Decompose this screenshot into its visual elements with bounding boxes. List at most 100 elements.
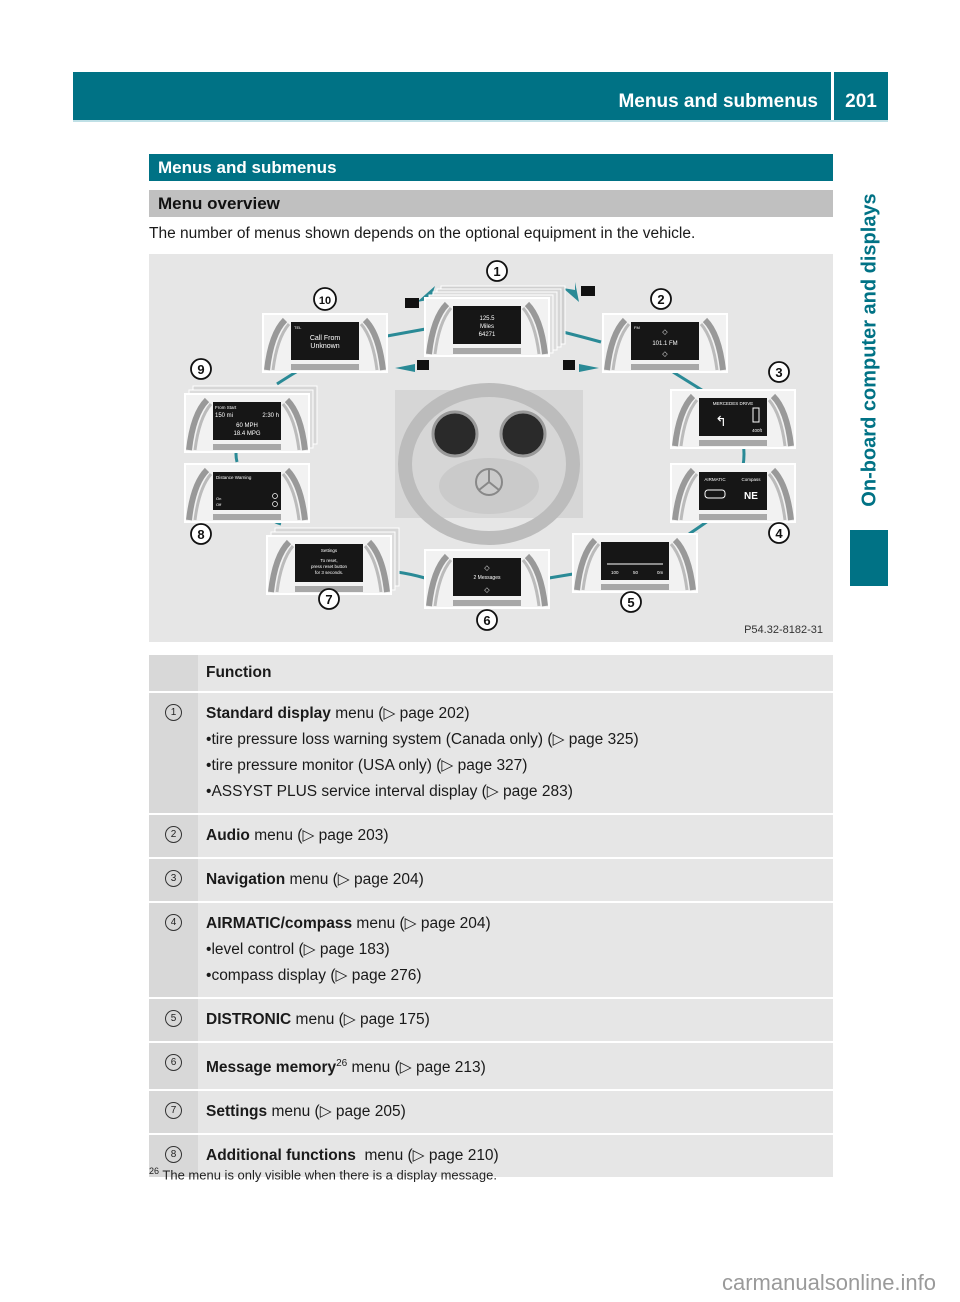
page-reference[interactable]: menu (▷ page 204) bbox=[285, 871, 424, 888]
footnote-marker: 26 bbox=[149, 1166, 160, 1176]
page-reference[interactable]: menu (▷ page 213) bbox=[347, 1059, 486, 1076]
screen-10-label: TEL bbox=[294, 325, 302, 330]
screen-2-station: 101.1 FM bbox=[652, 341, 677, 347]
function-line: Audio menu (▷ page 203) bbox=[206, 823, 825, 849]
sub-item[interactable]: tire pressure monitor (USA only) (▷ page… bbox=[206, 753, 825, 779]
screen-4-heading: NE bbox=[744, 491, 758, 502]
svg-text:◇: ◇ bbox=[484, 565, 490, 572]
table-row: 2 Audio menu (▷ page 203) bbox=[149, 815, 833, 859]
row-number-badge: 8 bbox=[165, 1146, 182, 1164]
function-line: Standard display menu (▷ page 202) bbox=[206, 701, 825, 727]
screen-9-speed: 60 MPH bbox=[236, 423, 258, 429]
table-row: 5 DISTRONIC menu (▷ page 175) bbox=[149, 999, 833, 1043]
screen-4-label-2: Compass bbox=[741, 477, 761, 482]
intro-text: The number of menus shown depends on the… bbox=[149, 225, 696, 242]
function-line: AIRMATIC/compass menu (▷ page 204) bbox=[206, 911, 825, 937]
screen-1-standard-display: 125.5 Miles 64271 bbox=[425, 285, 566, 356]
table-row: 1Standard display menu (▷ page 202)tire … bbox=[149, 693, 833, 815]
function-name: AIRMATIC/compass bbox=[206, 915, 353, 932]
screen-4-airmatic-compass: AIRMATIC Compass NE bbox=[671, 464, 795, 522]
svg-text:◇: ◇ bbox=[662, 329, 668, 336]
row-number-badge: 4 bbox=[165, 914, 182, 931]
function-name: DISTRONIC bbox=[206, 1011, 292, 1028]
screen-4-label-1: AIRMATIC bbox=[704, 477, 726, 482]
function-name: Audio bbox=[206, 827, 250, 844]
screen-3-title: MERCEDES DRIVE bbox=[713, 401, 754, 406]
screen-2-audio: FM 101.1 FM ◇ ◇ bbox=[603, 314, 727, 372]
screen-10-telephone: TEL Call From Unknown bbox=[263, 314, 387, 372]
svg-text:2: 2 bbox=[657, 292, 664, 307]
screen-9-trip-computer: From Start 150 mi 2:30 h 60 MPH 18.4 MPG bbox=[185, 385, 318, 452]
table-row: 3 Navigation menu (▷ page 204) bbox=[149, 859, 833, 903]
page-reference[interactable]: menu (▷ page 203) bbox=[250, 827, 388, 844]
sub-item[interactable]: ASSYST PLUS service interval display (▷ … bbox=[206, 779, 825, 805]
screen-9-time: 2:30 h bbox=[262, 413, 279, 419]
footnote-reference[interactable]: 26 bbox=[336, 1058, 347, 1069]
svg-text:◇: ◇ bbox=[662, 351, 668, 358]
side-tab: On-board computer and displays bbox=[850, 150, 890, 550]
screen-5-tick-2: 50 bbox=[633, 570, 639, 575]
screen-2-band: FM bbox=[634, 325, 640, 330]
page-reference[interactable]: menu (▷ page 204) bbox=[352, 915, 490, 932]
callout-10: 10 bbox=[313, 287, 337, 311]
screen-1-line-2: Miles bbox=[480, 324, 494, 330]
page-reference[interactable]: menu (▷ page 210) bbox=[356, 1147, 498, 1164]
screen-8-additional-functions: Distance Warning On Off bbox=[185, 464, 309, 522]
header-title: Menus and submenus bbox=[618, 91, 818, 112]
menu-diagram: 125.5 Miles 64271 FM 101.1 FM ◇ ◇ MERCED… bbox=[149, 260, 833, 631]
screen-6-text: 2 Messages bbox=[474, 575, 501, 581]
page-reference[interactable]: menu (▷ page 205) bbox=[267, 1103, 405, 1120]
screen-5-tick-3: 0m bbox=[657, 570, 664, 575]
function-name: Message memory bbox=[206, 1059, 337, 1077]
callout-1: 1 bbox=[486, 260, 508, 282]
screen-9-distance: 150 mi bbox=[215, 413, 233, 419]
side-tab-label: On-board computer and displays bbox=[858, 193, 881, 507]
screen-7-settings: Settings To reset, press reset button fo… bbox=[267, 527, 400, 594]
screen-9-mpg: 18.4 MPG bbox=[233, 431, 260, 437]
svg-text:6: 6 bbox=[483, 613, 490, 628]
footnote-text: The menu is only visible when there is a… bbox=[162, 1167, 497, 1183]
callout-7: 7 bbox=[318, 588, 340, 610]
table-row: 6 Message memory26 menu (▷ page 213) bbox=[149, 1043, 833, 1092]
screen-8-on: On bbox=[216, 496, 221, 501]
function-table: Function 1 Standard display menu (▷ page … bbox=[149, 655, 833, 1180]
sub-item[interactable]: tire pressure loss warning system (Canad… bbox=[206, 727, 825, 753]
callout-3: 3 bbox=[768, 361, 790, 383]
svg-text:9: 9 bbox=[197, 362, 204, 377]
header-rule bbox=[73, 120, 888, 122]
row-number-badge: 2 bbox=[165, 826, 182, 843]
screen-8-off: Off bbox=[216, 502, 222, 507]
svg-text:7: 7 bbox=[325, 592, 332, 607]
screen-6-message-memory: ◇ 2 Messages ◇ bbox=[425, 550, 549, 608]
page-reference[interactable]: menu (▷ page 202) bbox=[331, 705, 469, 722]
svg-text:4: 4 bbox=[775, 526, 783, 541]
function-line: Settings menu (▷ page 205) bbox=[206, 1099, 825, 1125]
svg-text:5: 5 bbox=[627, 595, 634, 610]
screen-10-line-2: Unknown bbox=[310, 343, 339, 350]
screen-10-line-1: Call From bbox=[310, 335, 341, 342]
callout-6: 6 bbox=[476, 609, 498, 631]
page-reference[interactable]: menu (▷ page 175) bbox=[291, 1011, 430, 1028]
screen-8-title: Distance Warning bbox=[216, 475, 252, 480]
function-name: Navigation bbox=[206, 871, 286, 888]
table-row: 7 Settings menu (▷ page 205) bbox=[149, 1091, 833, 1136]
row-number-badge: 5 bbox=[165, 1010, 182, 1027]
callout-9: 9 bbox=[190, 358, 212, 380]
function-name: Additional functions bbox=[206, 1147, 356, 1165]
sub-item[interactable]: compass display (▷ page 276) bbox=[206, 963, 825, 989]
function-name: Standard display bbox=[206, 705, 331, 722]
row-number-badge: 6 bbox=[165, 1054, 182, 1071]
function-line: Message memory26 menu (▷ page 213) bbox=[206, 1051, 825, 1081]
screen-1-line-3: 64271 bbox=[479, 332, 496, 338]
svg-text:3: 3 bbox=[775, 365, 782, 380]
watermark: carmanualsonline.info bbox=[722, 1270, 937, 1295]
figure-code: P54.32-8182-31 bbox=[744, 624, 823, 636]
section-title: Menus and submenus bbox=[149, 154, 833, 181]
footnote: 26 The menu is only visible when there i… bbox=[149, 1166, 497, 1182]
svg-text:10: 10 bbox=[319, 295, 331, 307]
sub-item[interactable]: level control (▷ page 183) bbox=[206, 937, 825, 963]
screen-9-title: From Start bbox=[215, 405, 237, 410]
callout-5: 5 bbox=[620, 591, 642, 613]
table-header: Function bbox=[149, 655, 833, 693]
svg-text:↰: ↰ bbox=[715, 413, 727, 429]
